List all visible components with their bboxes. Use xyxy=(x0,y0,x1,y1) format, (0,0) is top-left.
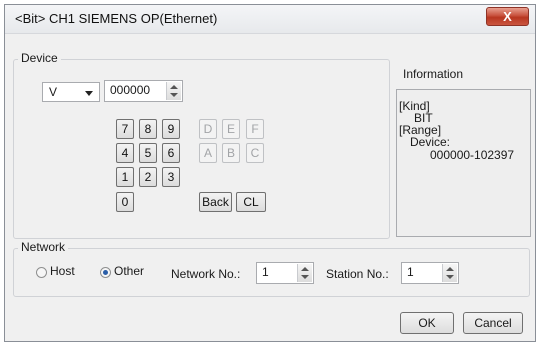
host-label: Host xyxy=(50,264,75,278)
device-group-label: Device xyxy=(18,51,61,65)
spin-up-icon xyxy=(446,267,454,271)
key-1[interactable]: 1 xyxy=(116,167,134,187)
station-no-value: 1 xyxy=(407,265,414,279)
spin-down-icon xyxy=(301,275,309,279)
key-8[interactable]: 8 xyxy=(139,119,157,139)
station-no-label: Station No.: xyxy=(326,267,389,281)
key-6[interactable]: 6 xyxy=(162,143,180,163)
station-no-spinner[interactable] xyxy=(442,264,457,282)
other-label: Other xyxy=(114,264,145,278)
key-b[interactable]: B xyxy=(222,143,240,163)
window-title: <Bit> CH1 SIEMENS OP(Ethernet) xyxy=(15,11,218,26)
key-e[interactable]: E xyxy=(222,119,240,139)
spin-up-icon xyxy=(301,267,309,271)
back-button[interactable]: Back xyxy=(199,192,232,212)
info-range-value: 000000-102397 xyxy=(430,148,515,162)
dialog-window: <Bit> CH1 SIEMENS OP(Ethernet) X Device … xyxy=(4,4,536,342)
address-spinner[interactable] xyxy=(166,82,181,100)
information-title: Information xyxy=(403,67,464,81)
clear-button[interactable]: CL xyxy=(236,192,266,212)
network-no-value: 1 xyxy=(262,265,269,279)
device-address-value: 000000 xyxy=(110,83,151,97)
key-3[interactable]: 3 xyxy=(162,167,180,187)
host-radio[interactable] xyxy=(36,267,47,278)
ok-button[interactable]: OK xyxy=(400,312,454,334)
network-group-label: Network xyxy=(18,240,69,254)
key-5[interactable]: 5 xyxy=(139,143,157,163)
key-d[interactable]: D xyxy=(199,119,217,139)
close-icon: X xyxy=(503,9,512,24)
device-type-select[interactable]: V xyxy=(42,82,100,102)
key-7[interactable]: 7 xyxy=(116,119,134,139)
key-4[interactable]: 4 xyxy=(116,143,134,163)
spin-up-icon xyxy=(170,85,178,89)
key-f[interactable]: F xyxy=(246,119,264,139)
spin-down-icon xyxy=(446,275,454,279)
cancel-button[interactable]: Cancel xyxy=(463,312,523,334)
key-2[interactable]: 2 xyxy=(139,167,157,187)
network-no-input[interactable]: 1 xyxy=(256,262,314,284)
chevron-down-icon xyxy=(85,91,93,96)
station-no-input[interactable]: 1 xyxy=(401,262,459,284)
spin-down-icon xyxy=(170,93,178,97)
key-c[interactable]: C xyxy=(246,143,264,163)
info-range-device-label: Device: xyxy=(410,135,451,149)
device-address-input[interactable]: 000000 xyxy=(104,80,183,102)
device-type-value: V xyxy=(49,85,58,99)
network-no-spinner[interactable] xyxy=(297,264,312,282)
key-a[interactable]: A xyxy=(199,143,217,163)
title-bar: <Bit> CH1 SIEMENS OP(Ethernet) X xyxy=(5,5,535,34)
other-radio[interactable] xyxy=(100,267,111,278)
key-0[interactable]: 0 xyxy=(116,192,134,212)
network-no-label: Network No.: xyxy=(171,267,241,281)
close-button[interactable]: X xyxy=(486,7,529,26)
key-9[interactable]: 9 xyxy=(162,119,180,139)
